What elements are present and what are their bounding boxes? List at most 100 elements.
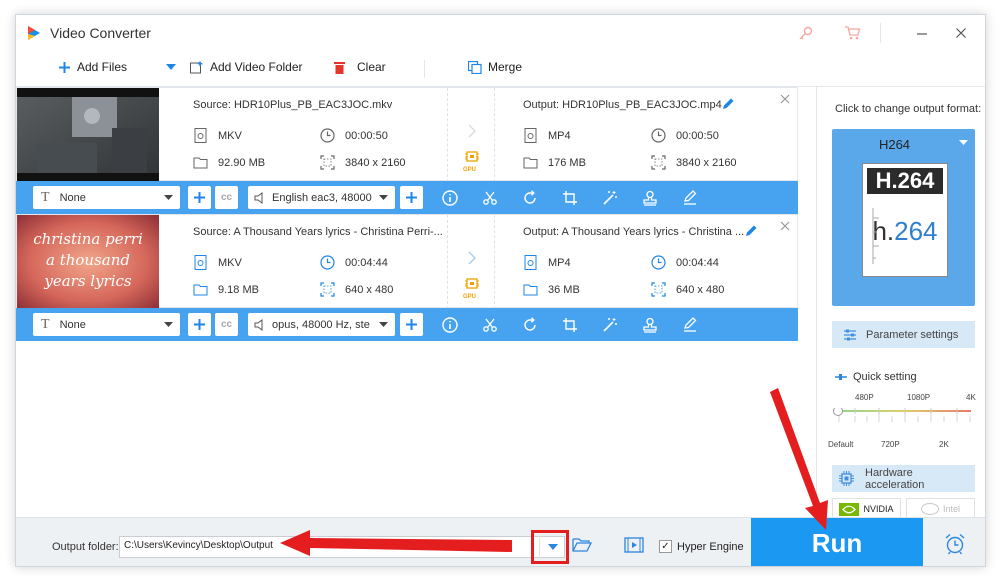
alarm-clock-icon[interactable] [944,533,966,555]
triangle-down-icon [379,195,388,200]
tick-720p: 720P [881,440,900,449]
cc-icon: cc [220,319,233,330]
triangle-down-icon [959,140,968,145]
cart-icon[interactable] [840,21,864,45]
output-resolution: 3840 x 2160 [651,155,737,170]
file-edit-bar: T None cc opus, 48000 Hz, ste [16,308,798,341]
resolution-icon [651,155,666,170]
hyper-engine-label: Hyper Engine [677,540,744,553]
video-thumbnail[interactable]: christina perri a thousand years lyrics [17,215,159,309]
add-files-dropdown[interactable] [166,64,176,71]
audio-track-select[interactable]: English eac3, 48000 [248,186,395,209]
info-icon[interactable] [440,315,460,335]
tick-2k: 2K [939,440,949,449]
speaker-icon [254,318,263,331]
add-subtitle-button[interactable] [188,186,211,209]
folder-icon [193,284,208,296]
source-resolution: 3840 x 2160 [320,155,406,170]
closed-caption-button[interactable]: cc [215,186,238,209]
conversion-divider: GPU [447,215,495,309]
video-thumbnail[interactable] [17,88,159,182]
preview-video-icon[interactable] [624,537,644,556]
titlebar-divider [880,23,881,43]
clock-icon [320,128,335,143]
chevron-right-icon [468,251,476,265]
remove-file-button[interactable] [779,93,791,105]
triangle-down-icon [166,64,176,70]
file-info: christina perri a thousand years lyrics … [16,214,798,309]
clock-icon [651,128,666,143]
hardware-acceleration-button[interactable]: Hardware acceleration [832,465,975,492]
output-filename: Output: HDR10Plus_PB_EAC3JOC.mp4 [523,99,722,111]
clear-button[interactable]: Clear [334,60,386,74]
folder-icon [523,284,538,296]
parameter-settings-button[interactable]: Parameter settings [832,321,975,348]
output-folder-input[interactable]: C:\Users\Kevincy\Desktop\Output [119,536,565,558]
thumbnail-caption: christina perri a thousand years lyrics [33,230,143,290]
cut-icon[interactable] [480,188,500,208]
toolbar-divider [424,60,425,78]
add-video-folder-button[interactable]: Add Video Folder [190,60,303,74]
add-subtitle-button[interactable] [188,313,211,336]
edit-output-icon[interactable] [721,97,735,114]
crop-icon[interactable] [560,188,580,208]
effects-wand-icon[interactable] [600,315,620,335]
folder-plus-icon [190,61,203,73]
subtitle-select[interactable]: T None [33,313,180,336]
resolution-icon [320,282,335,297]
rotate-icon[interactable] [520,315,540,335]
cut-icon[interactable] [480,315,500,335]
output-format: MP4 [523,128,571,143]
source-format: MKV [193,128,242,143]
watermark-stamp-icon[interactable] [640,188,660,208]
add-files-button[interactable]: Add Files [58,60,127,74]
closed-caption-button[interactable]: cc [215,313,238,336]
edit-subtitle-icon[interactable] [680,188,700,208]
triangle-down-icon [164,195,173,200]
plus-icon [59,61,70,73]
remove-file-button[interactable] [779,220,791,232]
edit-output-icon[interactable] [744,224,758,241]
clear-label: Clear [357,60,386,74]
hyper-engine-checkbox[interactable]: ✓ Hyper Engine [659,540,744,553]
close-button[interactable] [949,21,973,45]
add-video-folder-label: Add Video Folder [210,60,303,74]
add-audio-button[interactable] [400,313,423,336]
triangle-down-icon [164,322,173,327]
nvidia-logo-icon [839,502,860,516]
quick-setting-label: Quick setting [835,371,917,383]
film-file-icon [194,255,207,270]
output-folder-label: Output folder: [52,541,119,553]
slider-icon [835,374,847,380]
output-filename: Output: A Thousand Years lyrics - Christ… [523,226,745,238]
watermark-stamp-icon[interactable] [640,315,660,335]
open-folder-icon[interactable] [572,537,593,556]
checkbox-checked-icon: ✓ [659,540,672,553]
output-format-label: Click to change output format: [835,103,982,115]
rotate-icon[interactable] [520,188,540,208]
trash-icon [334,61,345,74]
merge-button[interactable]: Merge [468,60,522,74]
effects-wand-icon[interactable] [600,188,620,208]
output-format-selector[interactable]: H264 H.264 h.264 [832,129,975,306]
cc-icon: cc [220,192,233,203]
info-icon[interactable] [440,188,460,208]
crop-icon[interactable] [560,315,580,335]
add-files-label: Add Files [77,60,128,74]
chevron-right-icon [468,124,476,138]
subtitle-select[interactable]: T None [33,186,180,209]
source-resolution: 640 x 480 [320,282,393,297]
quality-slider[interactable] [833,406,973,432]
audio-track-select[interactable]: opus, 48000 Hz, ste [248,313,395,336]
add-audio-button[interactable] [400,186,423,209]
key-icon[interactable] [794,21,818,45]
intel-logo-icon [920,503,939,515]
clock-icon [651,255,666,270]
merge-label: Merge [488,60,523,74]
run-button[interactable]: Run [751,518,923,566]
file-info: Source: HDR10Plus_PB_EAC3JOC.mkv MKV 00:… [16,87,798,182]
source-filename: Source: A Thousand Years lyrics - Christ… [193,226,443,238]
folder-icon [523,157,538,169]
minimize-button[interactable] [910,21,934,45]
edit-subtitle-icon[interactable] [680,315,700,335]
